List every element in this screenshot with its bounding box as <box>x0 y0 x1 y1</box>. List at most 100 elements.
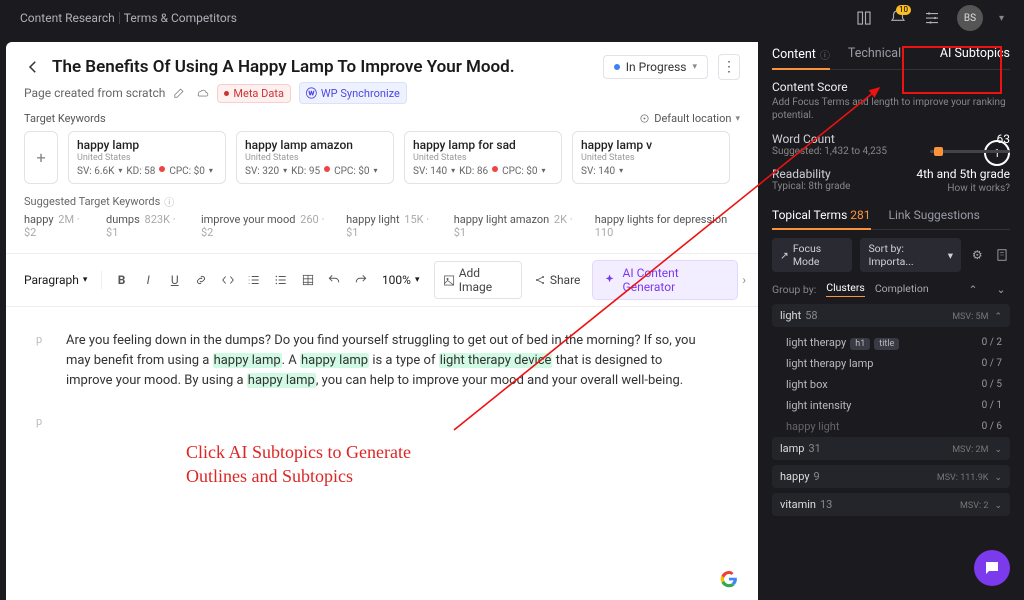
undo-button[interactable] <box>323 268 346 292</box>
underline-button[interactable]: U <box>163 268 186 292</box>
suggested-keyword[interactable]: happy light 15K · $1 <box>346 213 438 239</box>
ai-gen-label: AI Content Generator <box>623 266 728 294</box>
term-item[interactable]: light therapy lamp0 / 7 <box>772 353 1010 374</box>
status-select[interactable]: In Progress ▾ <box>603 55 708 79</box>
content-score-badge: 1 <box>984 140 1010 166</box>
cloud-icon[interactable] <box>195 85 209 102</box>
content-score-label: Content Score <box>772 80 1010 94</box>
back-arrow-icon[interactable] <box>24 58 42 76</box>
word-count-sub: Suggested: 1,432 to 4,235 <box>772 146 887 157</box>
keyword-card[interactable]: happy lamp amazonUnited States SV: 320▾ … <box>236 131 394 184</box>
group-by-label: Group by: <box>772 283 816 296</box>
collapse-all-icon[interactable]: ⌃ <box>964 280 982 298</box>
word-count-label: Word Count <box>772 132 887 146</box>
add-keyword-button[interactable]: + <box>24 131 58 184</box>
breadcrumb-a[interactable]: Content Research <box>20 11 115 25</box>
tab-content[interactable]: Content ⓘ <box>772 46 830 70</box>
info-icon: ⓘ <box>820 47 830 62</box>
group-clusters[interactable]: Clusters <box>826 281 865 297</box>
annotation-text: Click AI Subtopics to Generate Outlines … <box>186 441 698 488</box>
notif-badge: 10 <box>896 5 911 15</box>
avatar-chevron-icon[interactable]: ▾ <box>999 13 1004 24</box>
export-icon[interactable] <box>994 246 1010 264</box>
wp-sync-chip[interactable]: ⓦWP Synchronize <box>299 82 407 104</box>
zoom-select[interactable]: 100% ▾ <box>376 270 426 290</box>
edit-icon[interactable] <box>173 85 187 102</box>
status-label: In Progress <box>626 60 687 74</box>
suggested-keyword[interactable]: improve your mood 260 · $2 <box>201 213 330 239</box>
subtab-topical-terms[interactable]: Topical Terms281 <box>772 208 871 230</box>
terms-list: light58 MSV: 5M⌃ light therapyh1title0 / … <box>772 304 1010 516</box>
tab-ai-subtopics[interactable]: AI Subtopics <box>940 46 1010 61</box>
ai-content-generator-button[interactable]: AI Content Generator <box>592 260 738 300</box>
meta-data-chip[interactable]: Meta Data <box>217 84 291 103</box>
doc-paragraph-1[interactable]: Are you feeling down in the dumps? Do yo… <box>66 331 698 391</box>
zoom-label: 100% <box>382 273 411 287</box>
suggested-keyword[interactable]: dumps 823K · $1 <box>106 213 185 239</box>
block-type-select[interactable]: Paragraph ▾ <box>18 270 93 290</box>
keyword-card[interactable]: happy lampUnited States SV: 6.6K▾ KD: 58… <box>68 131 226 184</box>
paragraph-handle[interactable]: p <box>36 331 42 348</box>
expand-all-icon[interactable]: ⌄ <box>992 280 1010 298</box>
toolbar-next-icon[interactable]: › <box>742 273 746 287</box>
chevron-down-icon: ▾ <box>692 62 697 72</box>
tab-technical[interactable]: Technical <box>848 46 901 61</box>
highlight-term: happy lamp <box>213 353 282 368</box>
term-item[interactable]: happy light0 / 6 <box>772 416 1010 437</box>
settings-icon[interactable] <box>923 9 941 27</box>
gear-icon[interactable]: ⚙ <box>969 246 985 264</box>
paragraph-handle[interactable]: p <box>36 413 42 430</box>
term-item[interactable]: light box0 / 5 <box>772 374 1010 395</box>
subtab-link-suggestions[interactable]: Link Suggestions <box>889 208 980 229</box>
term-group[interactable]: vitamin13 MSV: 2⌄ <box>772 493 1010 516</box>
keyword-card[interactable]: happy lamp vUnited States SV: 140▾ <box>572 131 730 184</box>
table-button[interactable] <box>296 268 319 292</box>
more-menu-button[interactable]: ⋮ <box>718 54 740 80</box>
add-image-button[interactable]: Add Image <box>434 261 522 299</box>
breadcrumb-sep <box>119 12 120 24</box>
wp-sync-label: WP Synchronize <box>321 87 400 100</box>
meta-data-label: Meta Data <box>233 87 284 100</box>
content-score-sub: Add Focus Terms and length to improve yo… <box>772 96 1010 122</box>
info-icon[interactable]: ⓘ <box>164 194 174 209</box>
link-button[interactable] <box>190 268 213 292</box>
bold-button[interactable]: B <box>110 268 133 292</box>
suggested-keywords-label: Suggested Target Keywords <box>24 195 160 208</box>
bell-icon[interactable]: 10 <box>889 9 907 27</box>
share-label: Share <box>550 273 581 287</box>
keyword-card[interactable]: happy lamp for sadUnited States SV: 140▾… <box>404 131 562 184</box>
library-icon[interactable] <box>855 9 873 27</box>
readability-sub: Typical: 8th grade <box>772 181 850 192</box>
chat-fab-button[interactable] <box>974 550 1010 586</box>
term-group[interactable]: happy9 MSV: 111.9K⌄ <box>772 465 1010 488</box>
share-button[interactable]: Share <box>526 269 589 291</box>
page-subtitle: Page created from scratch <box>24 86 165 100</box>
status-dot-icon <box>614 64 620 70</box>
default-location-button[interactable]: Default location ▾ <box>639 112 740 125</box>
avatar[interactable]: BS <box>957 5 983 31</box>
ol-button[interactable] <box>243 268 266 292</box>
word-count-slider <box>930 150 1010 153</box>
suggested-keyword[interactable]: happy lights for depression 110 <box>595 213 740 239</box>
google-icon[interactable] <box>720 570 738 588</box>
focus-mode-button[interactable]: ↗ Focus Mode <box>772 238 852 272</box>
term-item[interactable]: light therapyh1title0 / 2 <box>772 332 1010 353</box>
code-button[interactable] <box>217 268 240 292</box>
term-item[interactable]: light intensity0 / 1 <box>772 395 1010 416</box>
highlight-term: happy lamp <box>247 373 316 388</box>
target-keywords-label: Target Keywords <box>24 112 106 125</box>
sort-by-select[interactable]: Sort by: Importa... ▾ <box>860 238 961 272</box>
suggested-keyword[interactable]: happy 2M · $2 <box>24 213 90 239</box>
how-it-works-link[interactable]: How it works? <box>916 183 1010 194</box>
redo-button[interactable] <box>349 268 372 292</box>
block-type-label: Paragraph <box>24 273 79 287</box>
suggested-keyword[interactable]: happy light amazon 2K · $1 <box>454 213 579 239</box>
group-completion[interactable]: Completion <box>875 282 929 297</box>
breadcrumb-b[interactable]: Terms & Competitors <box>124 11 237 25</box>
highlight-term: light therapy device <box>439 353 553 368</box>
term-group[interactable]: lamp31 MSV: 2M⌄ <box>772 437 1010 460</box>
default-location-label: Default location <box>654 112 731 125</box>
italic-button[interactable]: I <box>137 268 160 292</box>
ul-button[interactable] <box>270 268 293 292</box>
term-group[interactable]: light58 MSV: 5M⌃ <box>772 304 1010 327</box>
